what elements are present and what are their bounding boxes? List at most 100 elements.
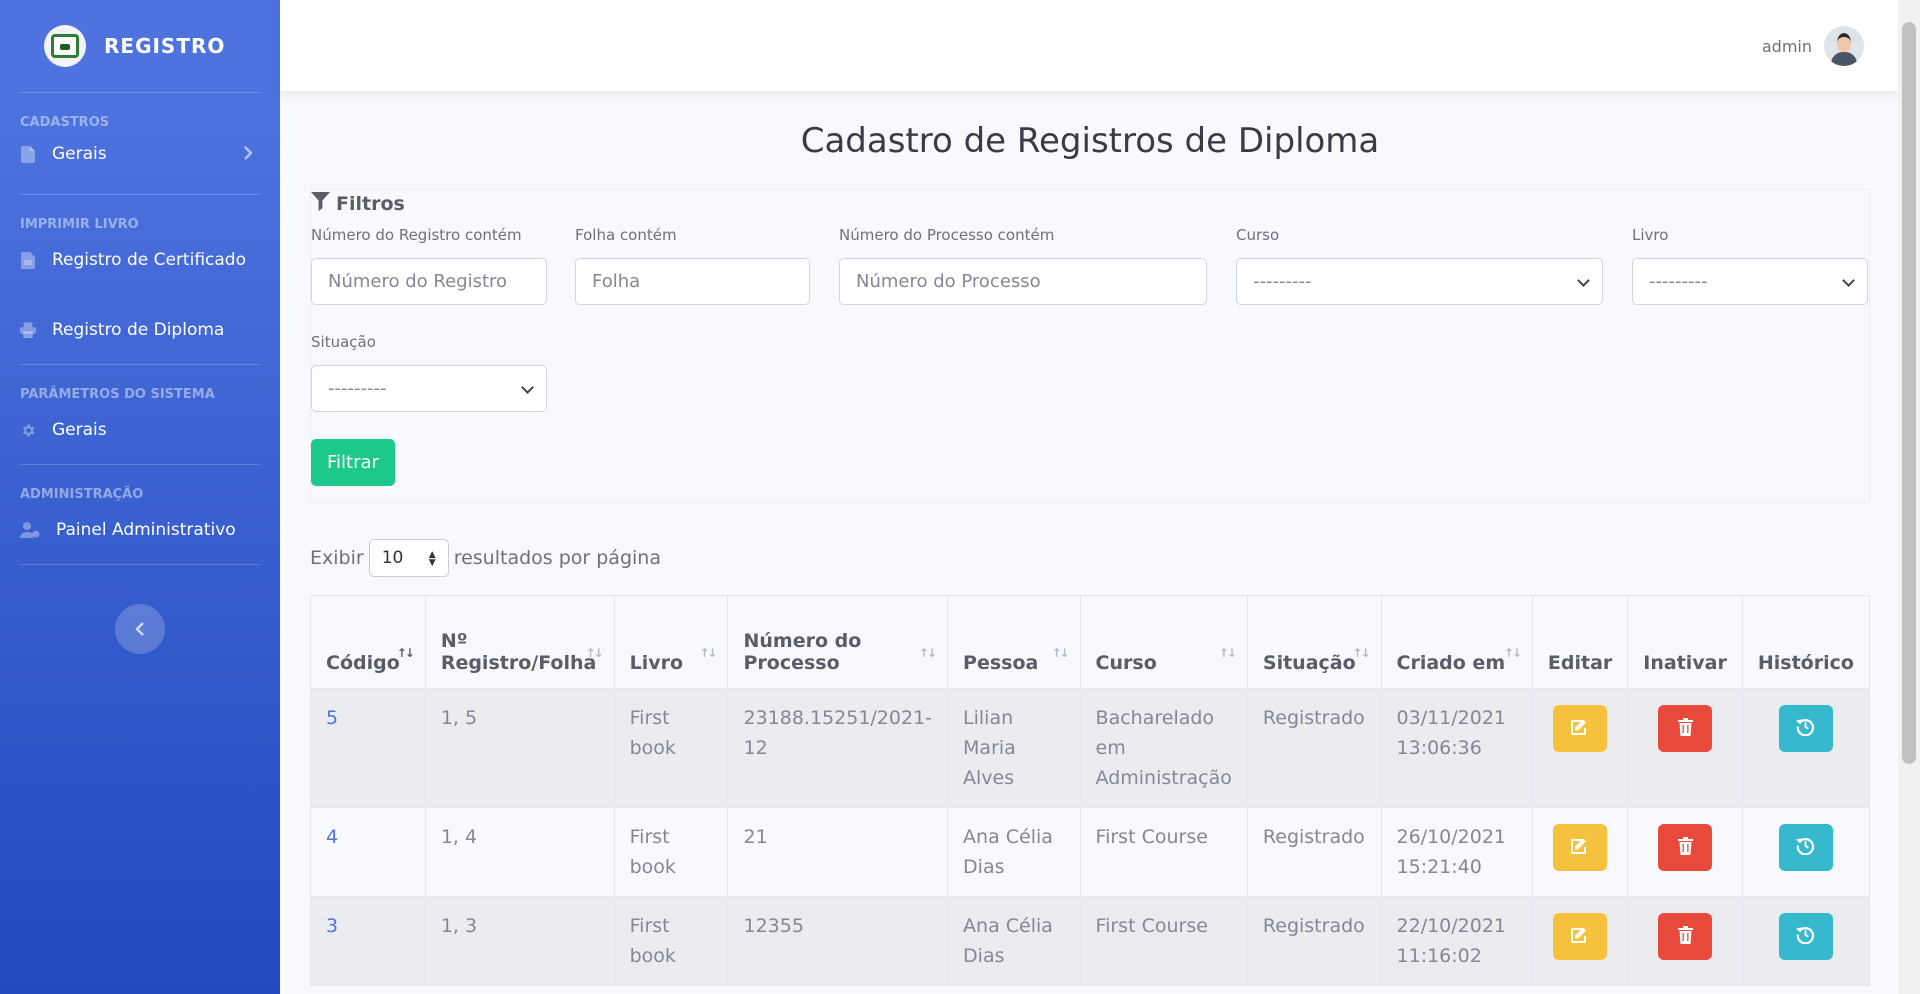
codigo-link[interactable]: 4 [326, 826, 338, 848]
sort-updown-icon: ▲ ▼ [428, 550, 436, 568]
column-header-criado-em[interactable]: Criado em ↑↓ [1380, 595, 1533, 689]
sidebar-item-label: Painel Administrativo [56, 520, 236, 540]
cell-situacao: Registrado [1246, 807, 1382, 897]
column-header-codigo[interactable]: Código ↑↓ [310, 595, 426, 689]
numero-processo-input[interactable]: Número do Processo [839, 258, 1207, 305]
delete-button[interactable] [1658, 824, 1713, 871]
column-header-livro[interactable]: Livro ↑↓ [613, 595, 729, 689]
cell-editar [1531, 896, 1629, 986]
sidebar-heading-imprimir-livro: IMPRIMIR LIVRO [20, 217, 139, 232]
history-button[interactable] [1778, 913, 1833, 960]
criado-data: 22/10/2021 [1396, 915, 1507, 937]
cell-livro: First book [613, 896, 729, 986]
numero-processo-field: Número do Processo contém Número do Proc… [839, 226, 1207, 305]
situacao-select[interactable]: --------- [311, 365, 547, 412]
sidebar-divider [20, 464, 260, 465]
column-header-historico: Histórico [1741, 595, 1871, 689]
numero-registro-label: Número do Registro contém [311, 226, 522, 244]
codigo-link[interactable]: 3 [326, 915, 338, 937]
situacao-label: Situação [311, 333, 376, 351]
edit-button[interactable] [1553, 705, 1608, 752]
user-cog-icon [20, 521, 40, 539]
edit-button[interactable] [1553, 913, 1608, 960]
folha-label: Folha contém [575, 226, 677, 244]
column-header-registro[interactable]: Nº Registro/Folha ↑↓ [424, 595, 615, 689]
sidebar-item-label: Registro de Certificado [52, 250, 246, 270]
cell-livro: First book [613, 688, 729, 808]
brand[interactable]: REGISTRO [0, 0, 280, 92]
scrollbar[interactable] [1898, 0, 1920, 994]
sidebar-item-cadastros-gerais[interactable]: Gerais [0, 134, 280, 174]
trash-icon [1677, 714, 1693, 744]
filter-title: Filtros [311, 190, 1869, 216]
cell-inativar [1627, 896, 1743, 986]
codigo-link[interactable]: 5 [326, 707, 338, 729]
edit-icon [1570, 833, 1590, 863]
column-header-curso[interactable]: Curso ↑↓ [1079, 595, 1248, 689]
column-header-label: Número do [743, 630, 862, 652]
folha-input[interactable]: Folha [575, 258, 810, 305]
curso-field: Curso --------- [1236, 226, 1603, 305]
page-length-control: Exibir 10 ▲ ▼ resultados por página [310, 539, 661, 577]
file-pdf-icon [20, 251, 36, 269]
column-header-label: Nº [440, 630, 468, 652]
cell-inativar [1627, 688, 1743, 808]
edit-icon [1570, 714, 1590, 744]
curso-select[interactable]: --------- [1236, 258, 1603, 305]
cell-curso: First Course [1079, 807, 1248, 897]
file-icon [20, 145, 36, 163]
avatar[interactable] [1824, 26, 1864, 66]
cell-processo: 21 [727, 807, 949, 897]
sidebar-divider [20, 194, 260, 195]
sidebar-item-registro-diploma[interactable]: Registro de Diploma [0, 310, 280, 350]
sort-icon: ↑↓ [585, 646, 604, 660]
filter-title-label: Filtros [336, 193, 405, 215]
column-header-label: Livro [629, 652, 684, 674]
numero-registro-input[interactable]: Número do Registro [311, 258, 547, 305]
delete-button[interactable] [1658, 705, 1713, 752]
history-button[interactable] [1778, 824, 1833, 871]
sidebar-heading-cadastros: CADASTROS [20, 115, 110, 130]
sidebar-toggle-button[interactable] [115, 604, 165, 654]
cell-registro: 1, 3 [424, 896, 615, 986]
sidebar-item-painel-administrativo[interactable]: Painel Administrativo [0, 510, 280, 550]
column-header-situacao[interactable]: Situação ↑↓ [1246, 595, 1382, 689]
cell-historico [1741, 896, 1871, 986]
cell-historico [1741, 688, 1871, 808]
edit-button[interactable] [1553, 824, 1608, 871]
column-header-label: Criado em [1396, 652, 1506, 674]
column-header-processo[interactable]: Número do Processo ↑↓ [727, 595, 949, 689]
cell-pessoa: Lilian Maria Alves [947, 688, 1081, 808]
delete-button[interactable] [1658, 913, 1713, 960]
page-length-select[interactable]: 10 ▲ ▼ [368, 539, 449, 577]
sort-icon: ↑↓ [1218, 646, 1237, 660]
cell-registro: 1, 5 [424, 688, 615, 808]
page-title: Cadastro de Registros de Diploma [800, 121, 1380, 161]
column-header-pessoa[interactable]: Pessoa ↑↓ [947, 595, 1081, 689]
topbar: admin [280, 0, 1898, 91]
print-icon [20, 321, 36, 339]
sidebar-item-registro-certificado[interactable]: Registro de Certificado [0, 240, 280, 280]
brand-logo-icon [44, 25, 86, 67]
edit-icon [1570, 922, 1590, 952]
cell-codigo: 5 [310, 688, 426, 808]
criado-hora: 11:16:02 [1396, 945, 1482, 967]
cell-inativar [1627, 807, 1743, 897]
chevron-left-icon [135, 617, 145, 642]
history-icon [1796, 922, 1815, 952]
scrollbar-thumb[interactable] [1902, 22, 1916, 764]
livro-select[interactable]: --------- [1632, 258, 1868, 305]
filter-icon [311, 192, 330, 216]
situacao-field: Situação --------- [311, 333, 547, 412]
cell-historico [1741, 807, 1871, 897]
page-length-value: 10 [381, 548, 404, 568]
criado-hora: 15:21:40 [1396, 856, 1482, 878]
filter-button[interactable]: Filtrar [311, 439, 395, 486]
column-header-label: Pessoa [963, 652, 1039, 674]
history-icon [1796, 833, 1815, 863]
history-button[interactable] [1778, 705, 1833, 752]
sidebar-item-parametros-gerais[interactable]: Gerais [0, 410, 280, 450]
trash-icon [1677, 922, 1693, 952]
user-menu[interactable]: admin [1762, 26, 1864, 66]
sidebar-item-label: Gerais [52, 420, 107, 440]
